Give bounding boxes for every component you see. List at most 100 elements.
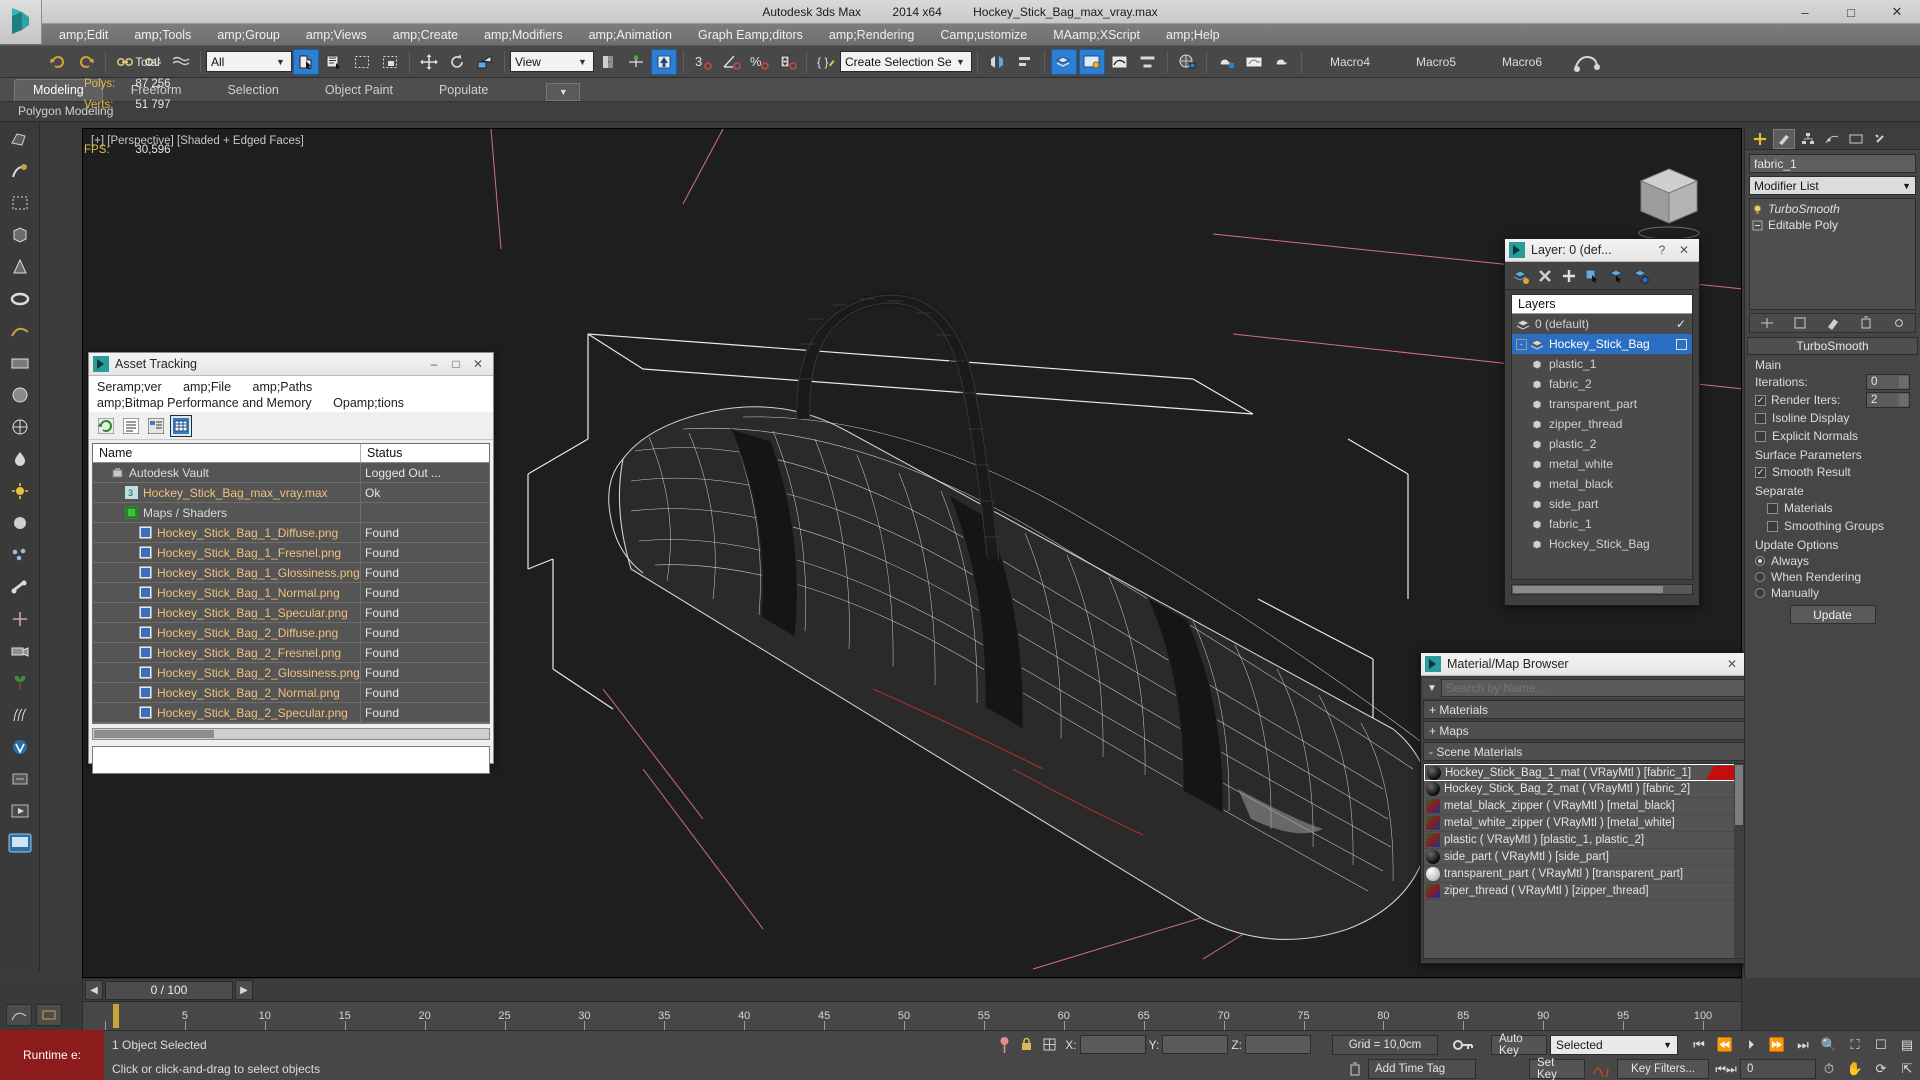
table-row[interactable]: Hockey_Stick_Bag_2_Specular.png Found xyxy=(93,703,489,723)
materials-checkbox[interactable] xyxy=(1767,502,1778,514)
scene-materials-section-header[interactable]: - Scene Materials xyxy=(1423,742,1745,761)
geosphere-icon[interactable] xyxy=(2,412,38,442)
menu-item-2[interactable]: amp;Group xyxy=(204,24,293,46)
layer-manager-icon[interactable] xyxy=(1051,48,1077,75)
layer-panel-close[interactable]: ✕ xyxy=(1673,243,1695,257)
layer-horizontal-scrollbar[interactable] xyxy=(1511,584,1693,595)
select-object-tool-icon[interactable] xyxy=(2,188,38,218)
layer-list-item[interactable]: fabric_2 xyxy=(1512,374,1692,394)
named-selection-sets-combo[interactable]: Create Selection Se ▼ xyxy=(840,51,972,72)
y-field[interactable] xyxy=(1162,1035,1229,1054)
material-list-item[interactable]: Hockey_Stick_Bag_1_mat ( VRayMtl ) [fabr… xyxy=(1424,764,1744,781)
menu-item-4[interactable]: amp;Create xyxy=(380,24,471,46)
next-frame-button[interactable]: ▶ xyxy=(235,980,253,1000)
expander-icon[interactable]: - xyxy=(1516,338,1527,350)
plane-primitive-icon[interactable] xyxy=(2,348,38,378)
iterations-spinner[interactable]: 0 xyxy=(1866,374,1910,390)
ribbon-tab-selection[interactable]: Selection xyxy=(209,80,296,101)
render-iters-checkbox[interactable]: ✓ xyxy=(1755,394,1766,406)
previous-frame-icon[interactable]: ⏪ xyxy=(1712,1037,1738,1053)
particles-icon[interactable] xyxy=(2,540,38,570)
spline-icon[interactable] xyxy=(2,316,38,346)
table-row[interactable]: Autodesk Vault Logged Out ... xyxy=(93,463,489,483)
tab-utilities[interactable] xyxy=(1869,129,1891,149)
at-menu-bitmap[interactable]: amp;Bitmap Performance and Memory xyxy=(97,396,312,410)
expand-icon[interactable] xyxy=(1752,220,1763,231)
polygon-modeling-icon[interactable] xyxy=(2,124,38,154)
render-setup-icon[interactable] xyxy=(1213,49,1239,75)
layer-list-item[interactable]: zipper_thread xyxy=(1512,414,1692,434)
update-always-row[interactable]: Always xyxy=(1747,553,1918,569)
stack-item-editable-poly[interactable]: Editable Poly xyxy=(1752,217,1913,233)
layer-hide-toggle[interactable] xyxy=(1676,338,1687,350)
material-vertical-scrollbar[interactable] xyxy=(1734,764,1744,958)
set-key-toggle-icon[interactable] xyxy=(1438,1037,1488,1053)
layer-list-item[interactable]: transparent_part xyxy=(1512,394,1692,414)
layer-list-item[interactable]: - Hockey_Stick_Bag xyxy=(1512,334,1692,354)
table-row[interactable]: Hockey_Stick_Bag_1_Diffuse.png Found xyxy=(93,523,489,543)
angle-snap-toggle-icon[interactable] xyxy=(718,49,744,75)
tab-hierarchy[interactable] xyxy=(1797,129,1819,149)
list-view-icon[interactable] xyxy=(120,415,142,437)
pin-stack-icon[interactable] xyxy=(1759,316,1775,330)
smoothing-groups-checkbox[interactable] xyxy=(1767,520,1778,532)
helper-icon[interactable] xyxy=(2,604,38,634)
pan-view-icon[interactable]: ✋ xyxy=(1842,1061,1868,1077)
align-icon[interactable] xyxy=(1012,49,1038,75)
table-row[interactable]: Hockey_Stick_Bag_1_Glossiness.png Found xyxy=(93,563,489,583)
mirror-icon[interactable] xyxy=(984,49,1010,75)
layer-list-item[interactable]: metal_white xyxy=(1512,454,1692,474)
make-unique-icon[interactable] xyxy=(1825,316,1841,330)
reference-coord-system-combo[interactable]: View ▼ xyxy=(510,51,594,72)
macro-button-4[interactable]: Macro4 xyxy=(1307,55,1393,69)
material-list-item[interactable]: Hockey_Stick_Bag_2_mat ( VRayMtl ) [fabr… xyxy=(1424,781,1744,798)
layer-list-item[interactable]: side_part xyxy=(1512,494,1692,514)
layer-list-item[interactable]: metal_black xyxy=(1512,474,1692,494)
layer-list-item[interactable]: Hockey_Stick_Bag xyxy=(1512,534,1692,554)
rectangular-selection-region-icon[interactable] xyxy=(349,49,375,75)
material-list-item[interactable]: plastic ( VRayMtl ) [plastic_1, plastic_… xyxy=(1424,832,1744,849)
absolute-relative-toggle-icon[interactable] xyxy=(1037,1037,1061,1052)
scene-materials-list[interactable]: Hockey_Stick_Bag_1_mat ( VRayMtl ) [fabr… xyxy=(1423,763,1745,959)
tab-motion[interactable] xyxy=(1821,129,1843,149)
asset-tracking-window[interactable]: Asset Tracking – □ ✕ Seramp;ver amp;File… xyxy=(88,352,494,774)
zoom-icon[interactable]: ⇱ xyxy=(1894,1061,1920,1077)
key-step-icon[interactable]: ⏮⏭ xyxy=(1712,1062,1740,1077)
schematic-view-icon[interactable] xyxy=(1135,49,1161,75)
table-row[interactable]: Hockey_Stick_Bag_1_Specular.png Found xyxy=(93,603,489,623)
at-menu-server[interactable]: Seramp;ver xyxy=(97,380,162,394)
time-configuration-icon[interactable]: ⏱ xyxy=(1816,1061,1842,1077)
tab-create[interactable] xyxy=(1749,129,1771,149)
percent-snap-toggle-icon[interactable]: % xyxy=(746,49,772,75)
lightbulb-icon[interactable] xyxy=(1752,204,1763,215)
time-slider-handle[interactable] xyxy=(113,1004,119,1028)
viewcube-icon[interactable] xyxy=(1625,153,1713,241)
go-to-end-icon[interactable]: ⏭ xyxy=(1790,1037,1816,1053)
show-end-result-icon[interactable] xyxy=(1792,316,1808,330)
material-search-input[interactable] xyxy=(1441,679,1745,697)
material-editor-icon[interactable] xyxy=(1174,49,1200,75)
torus-primitive-icon[interactable] xyxy=(2,284,38,314)
render-iters-spinner[interactable]: 2 xyxy=(1866,392,1910,408)
select-and-move-icon[interactable] xyxy=(416,49,442,75)
asset-tracking-table[interactable]: Name Status Autodesk Vault Logged Out ...… xyxy=(92,443,490,724)
update-when-rendering-radio[interactable] xyxy=(1755,572,1765,582)
material-list-item[interactable]: metal_white_zipper ( VRayMtl ) [metal_wh… xyxy=(1424,815,1744,832)
active-layer-check-icon[interactable]: ✓ xyxy=(1676,317,1686,331)
update-manually-radio[interactable] xyxy=(1755,588,1765,598)
smooth-result-checkbox[interactable]: ✓ xyxy=(1755,466,1766,478)
table-row[interactable]: Maps / Shaders xyxy=(93,503,489,523)
remove-modifier-icon[interactable] xyxy=(1858,316,1874,330)
isoline-display-checkbox[interactable] xyxy=(1755,412,1766,424)
set-key-button[interactable]: Set Key xyxy=(1529,1057,1585,1080)
table-row[interactable]: Hockey_Stick_Bag_1_Fresnel.png Found xyxy=(93,543,489,563)
light-icon[interactable] xyxy=(2,476,38,506)
application-menu-button[interactable] xyxy=(0,0,42,44)
explicit-normals-row[interactable]: Explicit Normals xyxy=(1747,427,1918,445)
vray-proxy-icon[interactable] xyxy=(2,732,38,762)
highlight-selected-objects-icon[interactable] xyxy=(1605,264,1629,288)
select-by-name-icon[interactable] xyxy=(321,49,347,75)
at-menu-paths[interactable]: amp;Paths xyxy=(253,380,313,394)
current-frame-field[interactable]: 0 xyxy=(1740,1059,1816,1079)
menu-item-8[interactable]: amp;Rendering xyxy=(816,24,927,46)
